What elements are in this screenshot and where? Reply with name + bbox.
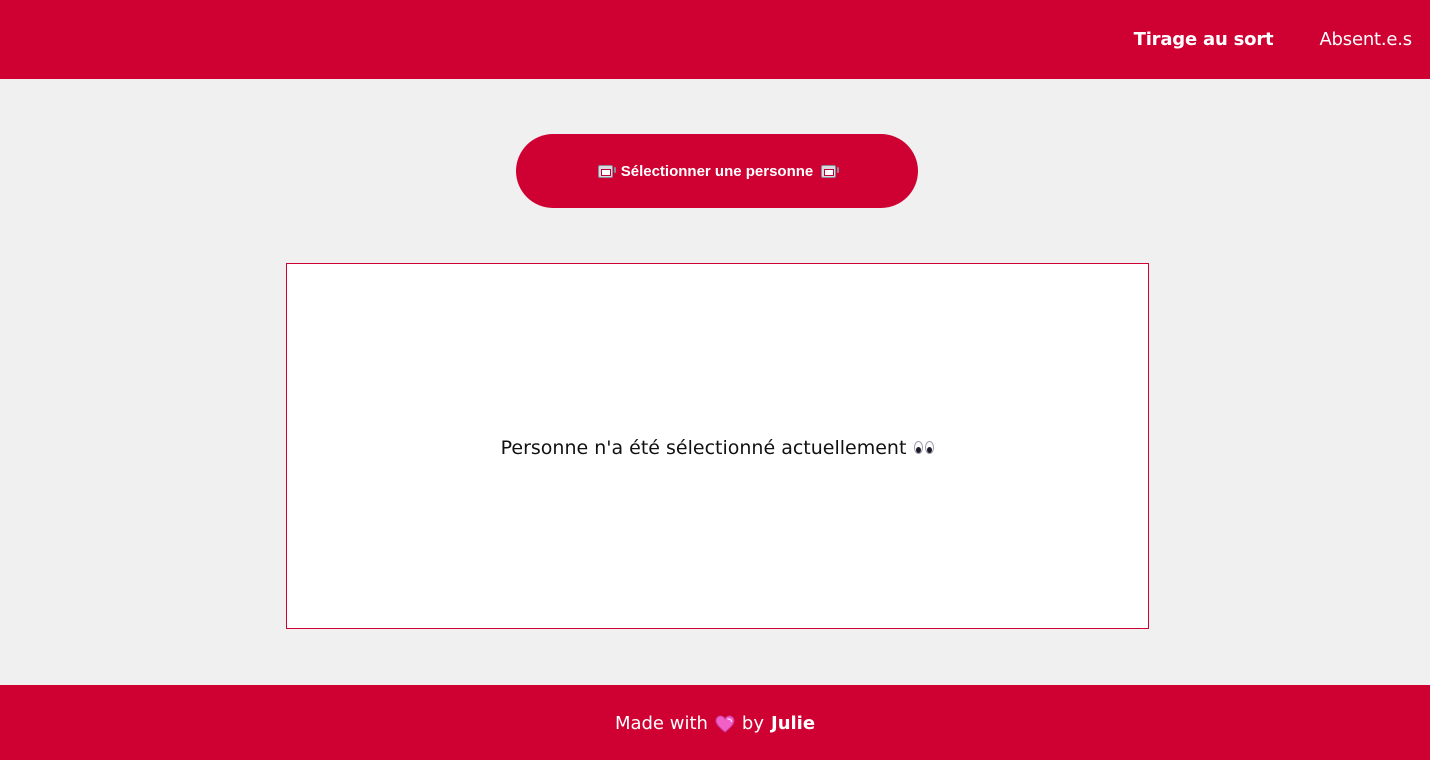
selection-result: Personne n'a été sélectionné actuellemen… [501, 437, 935, 459]
header-bar: Tirage au sort Absent.e.s [0, 0, 1430, 79]
slot-machine-icon [597, 164, 616, 178]
nav-link-absents[interactable]: Absent.e.s [1319, 29, 1412, 50]
selection-result-text: Personne n'a été sélectionné actuellemen… [500, 436, 907, 459]
footer-author: Julie [771, 713, 816, 734]
select-person-button[interactable]: Sélectionner une personne [516, 134, 918, 208]
main-nav: Tirage au sort Absent.e.s [1134, 0, 1413, 79]
eyes-icon [914, 441, 935, 454]
footer-made-with: Made with [614, 713, 708, 734]
nav-link-tirage-au-sort[interactable]: Tirage au sort [1134, 29, 1274, 50]
footer-bar: Made with by Julie [0, 685, 1430, 760]
select-person-button-label: Sélectionner une personne [620, 162, 814, 180]
slot-machine-icon [821, 164, 840, 178]
footer-by: by [741, 713, 764, 734]
heart-icon [715, 714, 735, 733]
footer-credit: Made with by Julie [615, 713, 815, 734]
selection-result-panel: Personne n'a été sélectionné actuellemen… [286, 263, 1149, 629]
